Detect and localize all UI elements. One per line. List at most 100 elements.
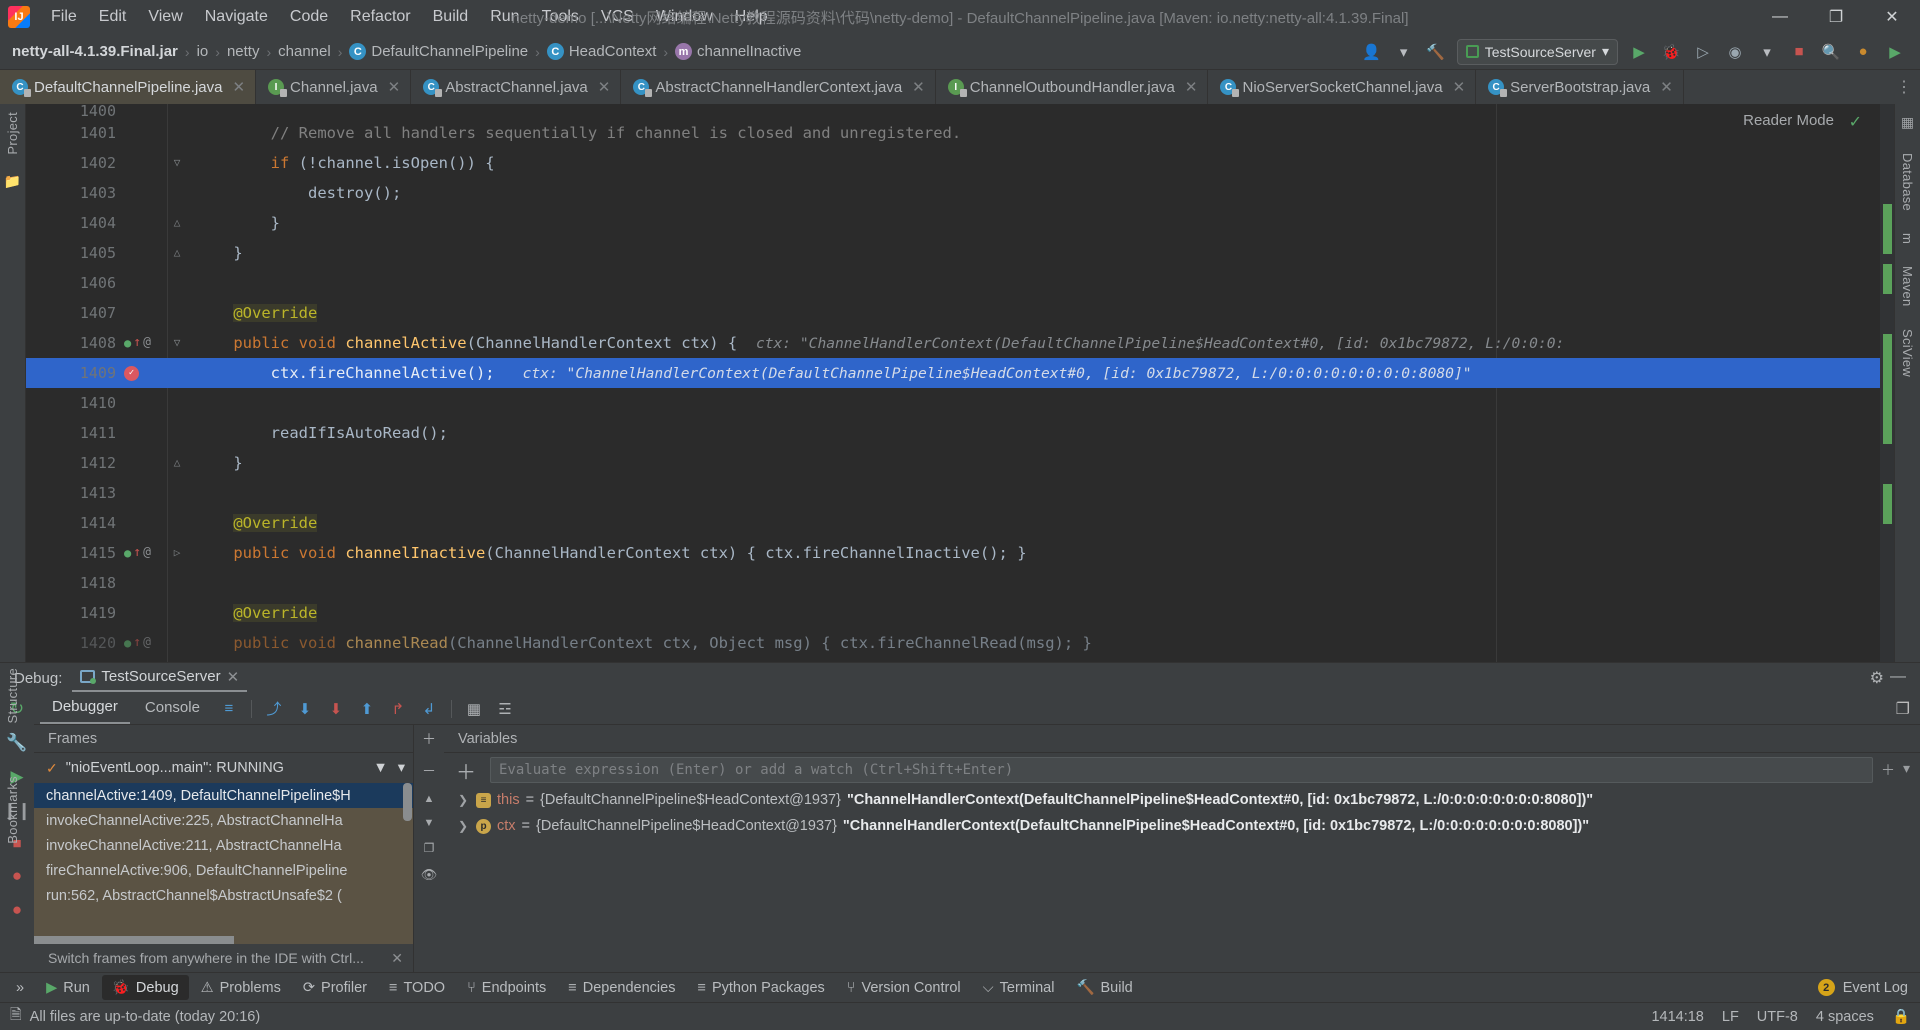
breadcrumb-item-headcontext[interactable]: C HeadContext: [546, 43, 656, 60]
close-icon[interactable]: ✕: [388, 78, 401, 96]
implementing-method-icon[interactable]: ●: [124, 628, 131, 658]
account-icon[interactable]: ●: [1848, 38, 1878, 66]
toolwindow-dependencies[interactable]: ≡ Dependencies: [558, 976, 685, 1000]
editor-tab-channel[interactable]: I Channel.java ✕: [256, 70, 412, 104]
menu-navigate[interactable]: Navigate: [194, 5, 279, 29]
profile-icon[interactable]: ◉: [1720, 38, 1750, 66]
thread-selector[interactable]: ✓ "nioEventLoop...main": RUNNING ▼ ▾: [34, 753, 413, 783]
editor-tab-channeloutboundhandler[interactable]: I ChannelOutboundHandler.java ✕: [936, 70, 1209, 104]
code-line[interactable]: 1413: [26, 478, 1894, 508]
add-icon[interactable]: ＋: [1881, 760, 1895, 780]
menu-build[interactable]: Build: [422, 5, 480, 29]
editor-tab-defaultchannelpipeline[interactable]: C DefaultChannelPipeline.java ✕: [0, 70, 257, 104]
settings-wrench-icon[interactable]: 🔧: [6, 733, 27, 753]
line-separator[interactable]: LF: [1722, 1009, 1739, 1025]
toolwindow-version-control[interactable]: ⑂ Version Control: [837, 976, 971, 1000]
overriding-method-icon[interactable]: ↑: [133, 538, 141, 568]
encoding[interactable]: UTF-8: [1757, 1009, 1798, 1025]
annotation-gutter-icon[interactable]: @: [143, 328, 151, 358]
menu-edit[interactable]: Edit: [88, 5, 138, 29]
mute-breakpoints-icon[interactable]: ●: [12, 900, 22, 920]
toolwindow-run[interactable]: ▶ Run: [36, 976, 100, 1000]
code-line[interactable]: 1405 △ }: [26, 238, 1894, 268]
updates-icon[interactable]: ▶: [1880, 38, 1910, 66]
run-to-cursor-icon[interactable]: ↲: [415, 696, 443, 722]
editor-tab-abstractchannelhandlercontext[interactable]: C AbstractChannelHandlerContext.java ✕: [621, 70, 936, 104]
menu-run[interactable]: Run: [479, 5, 530, 29]
frames-list[interactable]: channelActive:1409, DefaultChannelPipeli…: [34, 783, 413, 944]
list-item[interactable]: channelActive:1409, DefaultChannelPipeli…: [34, 783, 413, 808]
variable-row-ctx[interactable]: ❯ p ctx = {DefaultChannelPipeline$HeadCo…: [444, 813, 1920, 839]
debug-session-tab[interactable]: TestSourceServer ✕: [72, 665, 248, 692]
layout-settings-icon[interactable]: ≡: [215, 696, 243, 722]
inspection-status-icon[interactable]: ✓: [1849, 112, 1862, 132]
code-line[interactable]: 1410: [26, 388, 1894, 418]
close-icon[interactable]: ✕: [1453, 78, 1466, 96]
menu-code[interactable]: Code: [279, 5, 339, 29]
menu-vcs[interactable]: VCS: [590, 5, 645, 29]
code-line[interactable]: 1403 destroy();: [26, 178, 1894, 208]
fold-marker[interactable]: △: [168, 208, 186, 238]
copy-icon[interactable]: ❐: [424, 841, 435, 855]
sidebar-item-maven-m[interactable]: m: [1900, 233, 1915, 244]
toolwindow-profiler[interactable]: ⟳ Profiler: [293, 976, 377, 1000]
toolwindow-todo[interactable]: ≡ TODO: [379, 976, 455, 1000]
stop-icon[interactable]: ■: [1784, 38, 1814, 66]
chevron-down-icon[interactable]: ▾: [1903, 760, 1910, 780]
close-icon[interactable]: ✕: [232, 78, 245, 96]
editor-marker-bar[interactable]: [1880, 104, 1894, 662]
force-step-into-icon[interactable]: ⬇: [322, 696, 350, 722]
chevron-right-icon[interactable]: ❯: [458, 793, 470, 807]
overriding-method-icon[interactable]: ↑: [133, 328, 141, 358]
inline-debug-hint[interactable]: ctx: "ChannelHandlerContext(DefaultChann…: [756, 335, 1564, 352]
chevron-down-icon[interactable]: ▾: [398, 760, 405, 776]
code-editor[interactable]: Reader Mode ✓ 1400 1401 // Remove all ha…: [26, 104, 1894, 662]
tab-console[interactable]: Console: [133, 694, 212, 723]
tab-debugger[interactable]: Debugger: [40, 693, 130, 724]
close-icon[interactable]: ✕: [391, 950, 403, 967]
close-icon[interactable]: ✕: [1185, 78, 1198, 96]
sidebar-item-database[interactable]: Database: [1900, 153, 1915, 211]
breadcrumb-item-netty[interactable]: netty: [227, 43, 260, 60]
sidebar-item-maven[interactable]: Maven: [1900, 266, 1915, 307]
editor-tab-serverbootstrap[interactable]: C ServerBootstrap.java ✕: [1476, 70, 1684, 104]
menu-refactor[interactable]: Refactor: [339, 5, 421, 29]
drop-frame-icon[interactable]: ↱: [384, 696, 412, 722]
menu-help[interactable]: Help: [724, 5, 779, 29]
breadcrumb-item-defaultchannelpipeline[interactable]: C DefaultChannelPipeline: [349, 43, 528, 60]
run-coverage-icon[interactable]: ▷: [1688, 38, 1718, 66]
list-item[interactable]: run:562, AbstractChannel$AbstractUnsafe$…: [34, 883, 413, 908]
chevron-down-icon[interactable]: ▾: [1389, 38, 1419, 66]
breadcrumb-item-io[interactable]: io: [197, 43, 209, 60]
editor-tab-abstractchannel[interactable]: C AbstractChannel.java ✕: [411, 70, 622, 104]
evaluate-expression-input[interactable]: Evaluate expression (Enter) or add a wat…: [490, 757, 1873, 783]
restore-layout-icon[interactable]: ❐: [1896, 699, 1920, 719]
close-icon[interactable]: ✕: [227, 668, 240, 686]
step-over-icon[interactable]: ⤴: [260, 696, 288, 722]
preview-eye-icon[interactable]: 👁: [421, 867, 438, 883]
toolwindow-problems[interactable]: ⚠ Problems: [191, 976, 291, 1000]
fold-marker[interactable]: △: [168, 448, 186, 478]
view-breakpoints-icon[interactable]: ●: [12, 866, 22, 886]
code-line[interactable]: 1407 @Override: [26, 298, 1894, 328]
close-icon[interactable]: ✕: [912, 78, 925, 96]
minimize-button[interactable]: —: [1752, 0, 1808, 34]
indent-setting[interactable]: 4 spaces: [1816, 1009, 1874, 1025]
list-item[interactable]: invokeChannelActive:211, AbstractChannel…: [34, 833, 413, 858]
code-line[interactable]: 1411 readIfIsAutoRead();: [26, 418, 1894, 448]
toolwindow-build[interactable]: 🔨 Build: [1066, 975, 1142, 1000]
gear-icon[interactable]: ⚙: [1870, 668, 1884, 688]
fold-marker[interactable]: ▽: [168, 328, 186, 358]
code-line[interactable]: 1406: [26, 268, 1894, 298]
menu-file[interactable]: File: [40, 5, 88, 29]
lock-icon[interactable]: 🔒: [1892, 1008, 1910, 1025]
move-up-icon[interactable]: ▲: [424, 793, 435, 805]
variable-row-this[interactable]: ❯ ≡ this = {DefaultChannelPipeline$HeadC…: [444, 787, 1920, 813]
annotation-gutter-icon[interactable]: @: [143, 628, 151, 658]
database-icon[interactable]: ▦: [1901, 114, 1914, 131]
move-down-icon[interactable]: ▼: [424, 817, 435, 829]
sidebar-item-project[interactable]: Project: [5, 112, 20, 155]
sidebar-item-sciview[interactable]: SciView: [1900, 329, 1915, 377]
code-line[interactable]: 1418: [26, 568, 1894, 598]
list-item[interactable]: invokeChannelActive:225, AbstractChannel…: [34, 808, 413, 833]
